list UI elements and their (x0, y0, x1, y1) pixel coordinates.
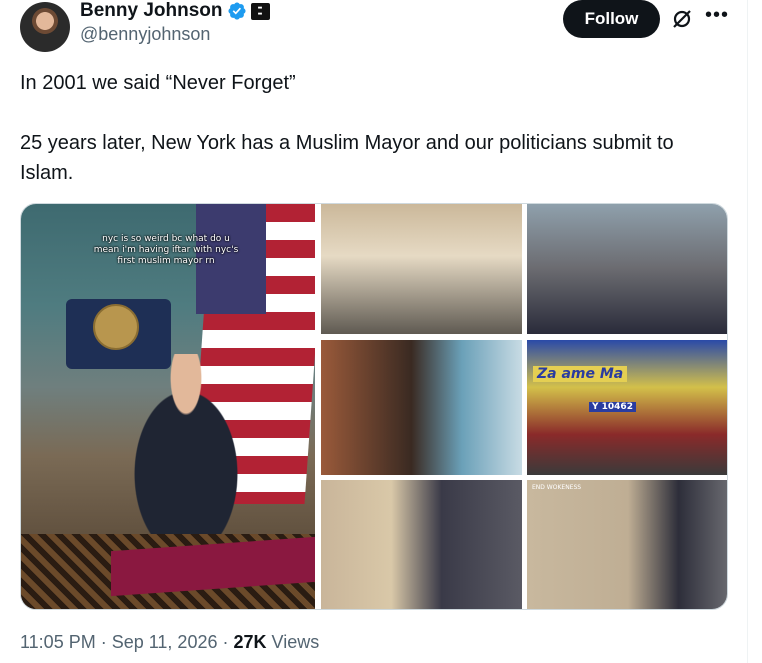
affiliate-badge-icon[interactable]: ▬ ▬ (250, 2, 270, 20)
media-photo-2[interactable] (527, 204, 727, 334)
follow-button[interactable]: Follow (563, 0, 660, 38)
photo-watermark: END WOKENESS (532, 484, 582, 491)
media-photo-5[interactable] (321, 480, 522, 609)
tweet-line-1: In 2001 we said “Never Forget” (20, 72, 296, 94)
tweet-date[interactable]: Sep 11, 2026 (112, 632, 218, 652)
media-grid: nyc is so weird bc what do u mean i'm ha… (20, 203, 728, 610)
media-photo-6[interactable]: END WOKENESS (527, 480, 727, 609)
sign-text: Za ame Ma (533, 366, 628, 382)
separator: · (217, 632, 234, 652)
tweet-text: In 2001 we said “Never Forget” 25 years … (20, 68, 732, 188)
media-photo-main[interactable]: nyc is so weird bc what do u mean i'm ha… (21, 204, 315, 609)
grok-icon[interactable] (670, 7, 694, 31)
column-divider (747, 0, 748, 663)
photo-caption: nyc is so weird bc what do u mean i'm ha… (93, 234, 239, 266)
views-label: Views (266, 632, 320, 652)
tweet-time[interactable]: 11:05 PM (20, 632, 96, 652)
avatar[interactable] (20, 2, 70, 52)
author-name[interactable]: Benny Johnson (80, 0, 223, 22)
more-icon[interactable]: ••• (705, 5, 728, 29)
tweet-metadata: 11:05 PM · Sep 11, 2026 · 27K Views (20, 632, 319, 653)
author-name-row: Benny Johnson ▬ ▬ (80, 0, 270, 22)
sign-text-2: Y 10462 (589, 402, 636, 412)
author-handle[interactable]: @bennyjohnson (80, 24, 210, 45)
tweet-line-2: 25 years later, New York has a Muslim Ma… (20, 132, 674, 184)
media-photo-4[interactable]: Za ame Ma Y 10462 (527, 340, 727, 475)
seated-man-image (111, 354, 261, 554)
media-photo-3[interactable] (321, 340, 522, 475)
city-seal-image (93, 304, 139, 350)
verified-badge-icon[interactable] (227, 1, 247, 21)
media-photo-1[interactable] (321, 204, 522, 334)
views-count[interactable]: 27K (233, 632, 266, 652)
separator: · (95, 632, 112, 652)
